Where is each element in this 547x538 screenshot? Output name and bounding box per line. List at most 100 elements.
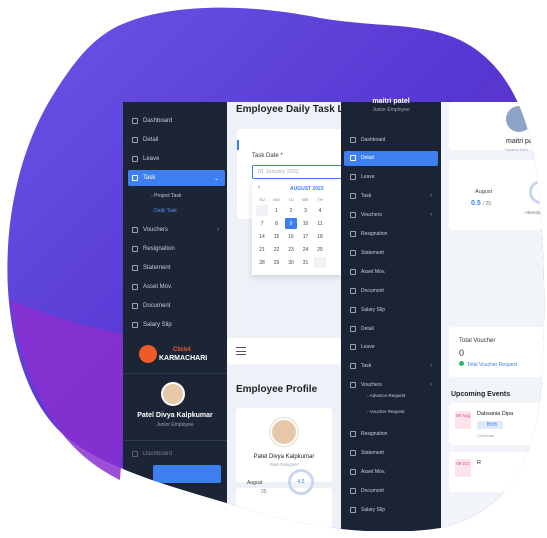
right-subitem[interactable]: ◦ Voucher Request bbox=[367, 409, 404, 414]
right-sidebar: maitri patel Junior Employee Dashboard De… bbox=[341, 102, 441, 531]
event-date-1: 06 Aug bbox=[455, 411, 471, 429]
sidebar-item-resignation[interactable]: Resignation bbox=[128, 242, 225, 256]
calendar-day[interactable]: 31 bbox=[300, 257, 312, 268]
right-nav-item-detail[interactable]: Detail bbox=[344, 321, 438, 336]
voucher-link[interactable]: Total Voucher Request bbox=[459, 361, 517, 368]
sidebar-item-vouchers[interactable]: Vouchers › bbox=[128, 223, 225, 237]
calendar-day[interactable]: 2 bbox=[285, 205, 297, 216]
voucher-value: 0 bbox=[459, 348, 465, 358]
sidebar-item-task[interactable]: Task ⌄ bbox=[128, 170, 225, 186]
right-nav-item-salary-slip[interactable]: Salary Slip bbox=[344, 302, 438, 317]
calendar-day[interactable]: 30 bbox=[285, 257, 297, 268]
logo-text: KARMACHARI bbox=[159, 355, 208, 362]
profile-avatar bbox=[270, 418, 298, 446]
rating-ring: 4.5 bbox=[288, 469, 314, 495]
right-nav-item-detail[interactable]: Detail bbox=[344, 151, 438, 166]
right-nav-item-asset-mov[interactable]: Asset Mov. bbox=[344, 464, 438, 479]
right-nav-item-resignation[interactable]: Resignation bbox=[344, 227, 438, 242]
sidebar-active-bottom[interactable] bbox=[153, 465, 221, 483]
nav-icon bbox=[350, 250, 356, 256]
calendar-day[interactable]: 1 bbox=[271, 205, 283, 216]
sidebar-item-dashboard-bottom[interactable]: Dashboard bbox=[128, 447, 225, 461]
sidebar-item-dashboard[interactable]: Dashboard bbox=[128, 114, 225, 128]
right-user-name: maitri patel bbox=[372, 98, 410, 105]
page-title: Employee Daily Task L bbox=[236, 104, 344, 115]
calendar-weekday: WE bbox=[302, 196, 309, 202]
calendar-day[interactable]: 24 bbox=[300, 244, 312, 255]
right-nav-item-document[interactable]: Document bbox=[344, 483, 438, 498]
calendar-day[interactable]: 3 bbox=[300, 205, 312, 216]
events-title: Upcoming Events bbox=[451, 391, 511, 398]
nav-icon bbox=[350, 363, 356, 369]
calendar-day[interactable]: 11 bbox=[314, 218, 326, 229]
voucher-title: Total Voucher bbox=[459, 338, 496, 344]
calendar-day[interactable]: 17 bbox=[300, 231, 312, 242]
right-nav-item-resignation[interactable]: Resignation bbox=[344, 427, 438, 442]
calendar-day[interactable]: 4 bbox=[314, 205, 326, 216]
right-nav-item-document[interactable]: Document bbox=[344, 283, 438, 298]
calendar-day[interactable]: 25 bbox=[314, 244, 326, 255]
user-minus-icon bbox=[132, 156, 138, 162]
nav-icon bbox=[350, 231, 356, 237]
menu-icon[interactable] bbox=[236, 347, 246, 355]
sidebar-divider-2 bbox=[123, 440, 227, 441]
calendar-day[interactable]: 29 bbox=[271, 257, 283, 268]
right-nav-item-salary-slip[interactable]: Salary Slip bbox=[344, 502, 438, 517]
right-nav-item-statement[interactable]: Statement bbox=[344, 446, 438, 461]
event-name-2: R bbox=[477, 460, 481, 466]
sidebar-subitem-daily-task[interactable]: ◦ Daily Task bbox=[151, 208, 177, 214]
right-nav-item-dashboard[interactable]: Dashboard bbox=[344, 132, 438, 147]
calendar-day[interactable]: 22 bbox=[271, 244, 283, 255]
nav-icon bbox=[350, 344, 356, 350]
right-nav-item-leave[interactable]: Leave bbox=[344, 170, 438, 185]
sidebar-item-document[interactable]: Document bbox=[128, 299, 225, 313]
calendar-day[interactable]: 14 bbox=[256, 231, 268, 242]
right-nav-item-task[interactable]: Task › bbox=[344, 189, 438, 204]
calendar-weekday: MO bbox=[273, 196, 280, 202]
right-nav-item-statement[interactable]: Statement bbox=[344, 245, 438, 260]
sidebar-item-statement[interactable]: Statement bbox=[128, 261, 225, 275]
nav-icon bbox=[350, 174, 356, 180]
chevron-right-icon: › bbox=[430, 212, 432, 219]
salary-icon bbox=[132, 322, 138, 328]
event-date-2: 08 Oct bbox=[455, 459, 471, 477]
calendar-month: AUGUST 2022 bbox=[290, 186, 324, 192]
employee-profile-title: Employee Profile bbox=[236, 384, 318, 395]
calendar-day[interactable]: 15 bbox=[271, 231, 283, 242]
right-nav-item-asset-mov[interactable]: Asset Mov. bbox=[344, 264, 438, 279]
calendar-weekday: TH bbox=[317, 196, 323, 202]
calendar-day[interactable]: 28 bbox=[256, 257, 268, 268]
right-nav-item-leave[interactable]: Leave bbox=[344, 340, 438, 355]
sidebar-item-detail[interactable]: Detail bbox=[128, 133, 225, 147]
sidebar-subitem-project-task[interactable]: ◦ Project Task bbox=[151, 193, 181, 199]
resign-icon bbox=[132, 246, 138, 252]
right-nav-item-vouchers[interactable]: Vouchers › bbox=[344, 378, 438, 393]
calendar-day[interactable]: 18 bbox=[314, 231, 326, 242]
calendar-day[interactable]: 10 bbox=[300, 218, 312, 229]
right-nav-item-vouchers[interactable]: Vouchers › bbox=[344, 208, 438, 223]
calendar-day[interactable]: 23 bbox=[285, 244, 297, 255]
calendar-day[interactable]: 7 bbox=[256, 218, 268, 229]
right-nav-item-task[interactable]: Task › bbox=[344, 359, 438, 374]
sidebar-item-salary-slip[interactable]: Salary Slip bbox=[128, 318, 225, 332]
nav-icon bbox=[350, 155, 356, 161]
sidebar-item-leave[interactable]: Leave bbox=[128, 152, 225, 166]
task-date-input[interactable]: 01 January 2022 bbox=[252, 165, 347, 179]
calendar-day[interactable]: 9 bbox=[285, 218, 297, 229]
prev-month-icon[interactable]: ‹ bbox=[258, 184, 260, 191]
calendar-weekday: SU bbox=[259, 196, 265, 202]
calendar-day[interactable]: 8 bbox=[271, 218, 283, 229]
calendar-day bbox=[314, 257, 326, 268]
chevron-right-icon: › bbox=[430, 193, 432, 200]
calendar-day[interactable]: 16 bbox=[285, 231, 297, 242]
task-icon bbox=[132, 175, 138, 181]
voucher-icon bbox=[132, 227, 138, 233]
main-content: Employee Daily Task L Task Date * 01 Jan… bbox=[227, 102, 341, 531]
nav-icon bbox=[350, 382, 356, 388]
nav-icon bbox=[350, 469, 356, 475]
date-picker: ‹ AUGUST 2022 SU MO TU WE TH 1 2 3 4 7 8 9 10 11 14 15 1… bbox=[252, 181, 341, 275]
right-subitem[interactable]: ◦ Advance Request bbox=[367, 393, 405, 398]
calendar-day[interactable]: 21 bbox=[256, 244, 268, 255]
sidebar-item-asset-mov[interactable]: Asset Mov. bbox=[128, 280, 225, 294]
rating-ring-value: 4.5 bbox=[297, 479, 305, 485]
